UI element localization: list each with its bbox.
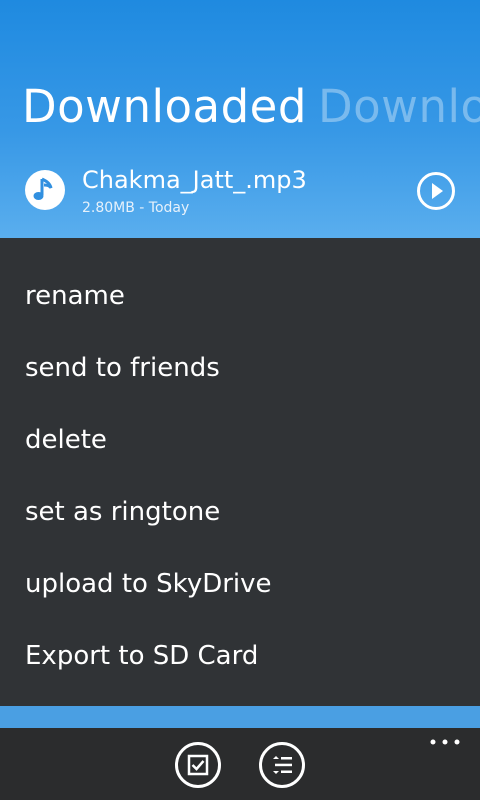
app-bar xyxy=(0,728,480,800)
menu-item-export-to-sd-card[interactable]: Export to SD Card xyxy=(0,620,480,692)
menu-item-label: send to friends xyxy=(25,353,220,383)
menu-item-upload-to-skydrive[interactable]: upload to SkyDrive xyxy=(0,548,480,620)
file-list-item[interactable]: Chakma_Jatt_.mp3 2.80MB - Today xyxy=(0,162,480,226)
pivot-title-next[interactable]: Downlo xyxy=(318,80,480,134)
menu-item-send-to-friends[interactable]: send to friends xyxy=(0,332,480,404)
menu-item-rename[interactable]: rename xyxy=(0,260,480,332)
menu-item-label: delete xyxy=(25,425,107,455)
menu-item-label: set as ringtone xyxy=(25,497,221,527)
pivot-title-current[interactable]: Downloaded xyxy=(22,80,307,134)
menu-item-delete[interactable]: delete xyxy=(0,404,480,476)
file-name: Chakma_Jatt_.mp3 xyxy=(82,166,307,194)
file-meta: 2.80MB - Today xyxy=(82,200,190,216)
context-menu: rename send to friends delete set as rin… xyxy=(0,238,480,706)
menu-item-label: Export to SD Card xyxy=(25,641,259,671)
menu-item-label: rename xyxy=(25,281,125,311)
select-checkbox-icon[interactable] xyxy=(174,741,222,789)
ellipsis-icon[interactable] xyxy=(428,734,464,750)
menu-item-label: upload to SkyDrive xyxy=(25,569,272,599)
play-icon[interactable] xyxy=(416,171,456,211)
menu-item-set-as-ringtone[interactable]: set as ringtone xyxy=(0,476,480,548)
music-note-icon xyxy=(25,170,65,210)
list-options-icon[interactable] xyxy=(258,741,306,789)
content-peek xyxy=(0,706,480,728)
pivot-header: Downloaded Downlo Chakma_Jatt_.mp3 2.80M… xyxy=(0,0,480,238)
